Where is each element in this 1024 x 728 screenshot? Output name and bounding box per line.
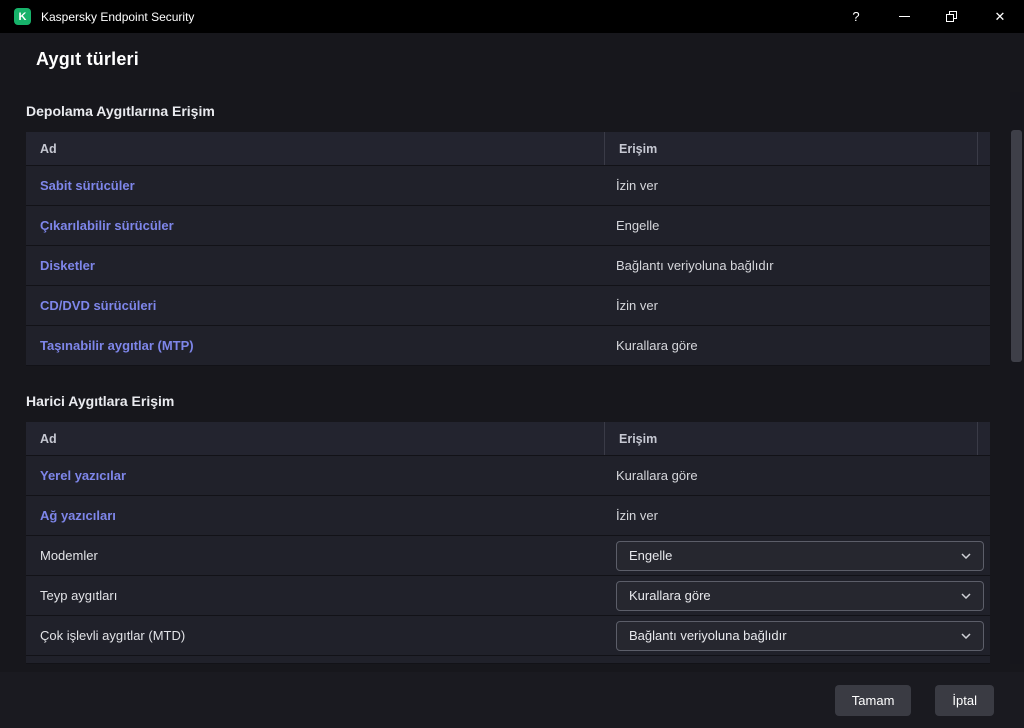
scrollbar[interactable] xyxy=(1010,92,1023,664)
device-name: Teyp aygıtları xyxy=(40,588,117,603)
column-header-access: Erişim xyxy=(604,422,977,455)
access-cell: Kurallara göre xyxy=(604,326,990,365)
scrollbar-thumb[interactable] xyxy=(1011,130,1022,362)
access-value: Kurallara göre xyxy=(616,468,698,483)
section-heading: Depolama Aygıtlarına Erişim xyxy=(26,103,998,119)
maximize-button[interactable] xyxy=(928,0,976,33)
close-icon: ✕ xyxy=(995,9,1006,25)
help-button[interactable]: ? xyxy=(832,0,880,33)
device-name-cell: Disketler xyxy=(26,246,604,285)
titlebar: K Kaspersky Endpoint Security ? ✕ xyxy=(0,0,1024,33)
access-value: İzin ver xyxy=(616,508,658,523)
chevron-down-icon xyxy=(961,593,971,599)
chevron-down-icon xyxy=(961,553,971,559)
chevron-down-icon xyxy=(961,633,971,639)
table-row: Ağ yazıcıları İzin ver xyxy=(26,495,990,535)
device-link[interactable]: Disketler xyxy=(40,258,95,273)
device-link[interactable]: Ağ yazıcıları xyxy=(40,508,116,523)
table-row: Modemler Engelle xyxy=(26,535,990,575)
access-value: Engelle xyxy=(616,218,659,233)
window-controls: ? ✕ xyxy=(832,0,1024,33)
minimize-button[interactable] xyxy=(880,0,928,33)
column-header-name: Ad xyxy=(26,422,604,455)
access-select-value: Engelle xyxy=(629,548,672,563)
access-select[interactable]: Bağlantı veriyoluna bağlıdır xyxy=(616,621,984,651)
ok-button[interactable]: Tamam xyxy=(835,685,912,716)
device-link[interactable]: Taşınabilir aygıtlar (MTP) xyxy=(40,338,194,353)
column-header-sliver xyxy=(977,132,990,165)
access-cell: İzin ver xyxy=(604,496,990,535)
close-button[interactable]: ✕ xyxy=(976,0,1024,33)
column-header-name: Ad xyxy=(26,132,604,165)
device-name-cell: Yerel yazıcılar xyxy=(26,456,604,495)
device-link[interactable]: Çıkarılabilir sürücüler xyxy=(40,218,174,233)
page-title: Aygıt türleri xyxy=(36,49,1024,70)
window-title: Kaspersky Endpoint Security xyxy=(41,10,194,24)
table-row: Çıkarılabilir sürücüler Engelle xyxy=(26,205,990,245)
access-select[interactable]: Kurallara göre xyxy=(616,581,984,611)
device-link[interactable]: Yerel yazıcılar xyxy=(40,468,126,483)
table-row: Disketler Bağlantı veriyoluna bağlıdır xyxy=(26,245,990,285)
table-row: Yerel yazıcılar Kurallara göre xyxy=(26,455,990,495)
device-name: Modemler xyxy=(40,548,98,563)
access-select-value: Kurallara göre xyxy=(629,588,711,603)
access-value: İzin ver xyxy=(616,298,658,313)
table-row: Sabit sürücüler İzin ver xyxy=(26,165,990,205)
device-link[interactable]: Sabit sürücüler xyxy=(40,178,135,193)
device-name-cell: Sabit sürücüler xyxy=(26,166,604,205)
access-value: Bağlantı veriyoluna bağlıdır xyxy=(616,258,774,273)
column-header-access: Erişim xyxy=(604,132,977,165)
restore-icon xyxy=(946,11,958,23)
table-row: CD/DVD sürücüleri İzin ver xyxy=(26,285,990,325)
device-link[interactable]: CD/DVD sürücüleri xyxy=(40,298,156,313)
device-name-cell: Çok işlevli aygıtlar (MTD) xyxy=(26,616,604,655)
section: Depolama Aygıtlarına ErişimAdErişimSabit… xyxy=(26,103,998,366)
table-header-row: AdErişim xyxy=(26,422,990,455)
access-cell: Engelle xyxy=(604,206,990,245)
column-header-sliver xyxy=(977,422,990,455)
device-tables: Depolama Aygıtlarına ErişimAdErişimSabit… xyxy=(26,103,998,664)
access-value: Kurallara göre xyxy=(616,338,698,353)
access-cell: Bağlantı veriyoluna bağlıdır xyxy=(604,246,990,285)
access-select[interactable]: Engelle xyxy=(616,541,984,571)
table-header-row: AdErişim xyxy=(26,132,990,165)
device-table: AdErişim Yerel yazıcılar Kurallara göre Ağ … xyxy=(26,422,990,664)
access-cell: Kurallara göre xyxy=(604,576,990,615)
access-cell: İzin ver xyxy=(604,166,990,205)
minimize-icon xyxy=(899,16,910,17)
device-name-cell: CD/DVD sürücüleri xyxy=(26,286,604,325)
cancel-button[interactable]: İptal xyxy=(935,685,994,716)
access-cell: İzin ver xyxy=(604,286,990,325)
section-heading: Harici Aygıtlara Erişim xyxy=(26,393,998,409)
footer: Tamam İptal xyxy=(0,672,1024,728)
access-cell: Engelle xyxy=(604,536,990,575)
access-select-value: Bağlantı veriyoluna bağlıdır xyxy=(629,628,787,643)
kaspersky-logo-icon: K xyxy=(14,8,31,25)
clipped-row xyxy=(26,655,990,663)
device-name-cell: Ağ yazıcıları xyxy=(26,496,604,535)
table-row: Çok işlevli aygıtlar (MTD) Bağlantı veriy… xyxy=(26,615,990,655)
section: Harici Aygıtlara ErişimAdErişimYerel yaz… xyxy=(26,393,998,664)
device-name-cell: Teyp aygıtları xyxy=(26,576,604,615)
device-table: AdErişim Sabit sürücüler İzin ver Çıkarılab… xyxy=(26,132,990,366)
device-name: Çok işlevli aygıtlar (MTD) xyxy=(40,628,185,643)
access-cell: Kurallara göre xyxy=(604,456,990,495)
access-value: İzin ver xyxy=(616,178,658,193)
table-row: Teyp aygıtları Kurallara göre xyxy=(26,575,990,615)
device-name-cell: Taşınabilir aygıtlar (MTP) xyxy=(26,326,604,365)
device-name-cell: Çıkarılabilir sürücüler xyxy=(26,206,604,245)
table-row: Taşınabilir aygıtlar (MTP) Kurallara göre xyxy=(26,325,990,365)
help-icon: ? xyxy=(852,9,859,24)
device-name-cell: Modemler xyxy=(26,536,604,575)
access-cell: Bağlantı veriyoluna bağlıdır xyxy=(604,616,990,655)
